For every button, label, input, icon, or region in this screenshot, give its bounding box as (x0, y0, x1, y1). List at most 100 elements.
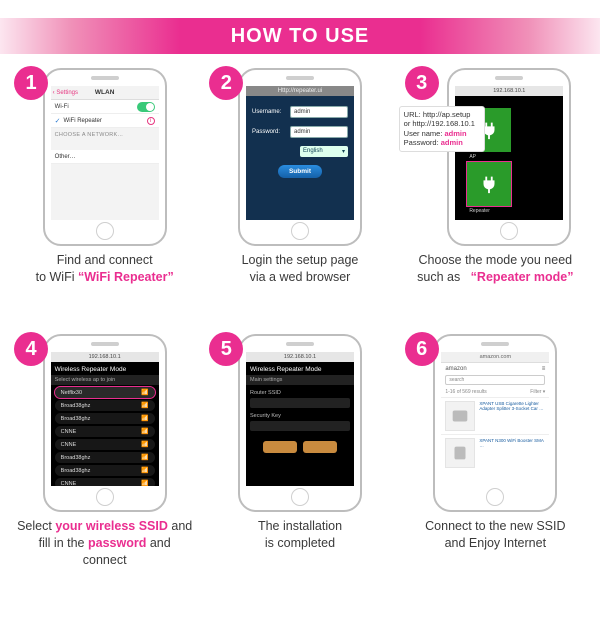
caption-3: Choose the mode you need such as “Repeat… (415, 252, 575, 286)
address-bar-2[interactable]: Http://repeater.ui (246, 86, 354, 96)
caption-1: Find and connect to WiFi “WiFi Repeater” (34, 252, 176, 286)
banner-title: HOW TO USE (231, 25, 370, 48)
phone-6: amazon.com amazon ≡ search 1-16 of 569 r… (433, 334, 557, 512)
menu-icon[interactable]: ≡ (542, 366, 546, 372)
product-image (445, 401, 475, 431)
password-input[interactable]: admin (290, 126, 348, 138)
ssid-item-selected[interactable]: Netflix30📶 (55, 387, 155, 398)
info-icon[interactable]: i (147, 117, 155, 125)
step-badge-4: 4 (14, 332, 48, 366)
repeater-mode-title-5: Wireless Repeater Mode (246, 362, 354, 375)
repeater-mode-tile[interactable] (467, 162, 511, 206)
phone-5: 192.168.10.1 Wireless Repeater Mode Main… (238, 334, 362, 512)
step-6: 6 amazon.com amazon ≡ search 1-16 of 569… (405, 332, 586, 592)
ssid-item[interactable]: Broad38ghz📶 (55, 413, 155, 424)
ssid-item[interactable]: CNNE📶 (55, 426, 155, 437)
wifi-toggle-row[interactable]: Wi-Fi (51, 100, 159, 114)
connected-network-row[interactable]: ✓ WiFi Repeater i (51, 114, 159, 128)
step-3: 3 192.168.10.1 AP Repeater URL: http://a… (405, 66, 586, 326)
search-input[interactable]: search (445, 375, 545, 385)
screen-2: Http://repeater.ui Username: admin Passw… (246, 86, 354, 220)
choose-network-header: Choose a network… (51, 128, 159, 140)
other-label: Other… (55, 154, 76, 160)
main-settings-header: Main settings (246, 375, 354, 385)
ssid-item[interactable]: Broad38ghz📶 (55, 400, 155, 411)
connected-ssid: WiFi Repeater (64, 118, 102, 124)
wifi-toggle[interactable] (137, 102, 155, 112)
check-icon: ✓ (55, 117, 61, 125)
phone-1: ‹ Settings WLAN Wi-Fi ✓ WiFi Repeater i … (43, 68, 167, 246)
submit-button[interactable]: Submit (278, 165, 322, 178)
phone-4: 192.168.10.1 Wireless Repeater Mode Sele… (43, 334, 167, 512)
select-ap-header: Select wireless ap to join (51, 375, 159, 385)
caption-4: Select your wireless SSID and fill in th… (14, 518, 195, 569)
repeater-icon (449, 442, 471, 464)
step-badge-3: 3 (405, 66, 439, 100)
filter-button[interactable]: Filter ▾ (530, 389, 545, 395)
step-5: 5 192.168.10.1 Wireless Repeater Mode Ma… (209, 332, 390, 592)
address-bar-5[interactable]: 192.168.10.1 (246, 352, 354, 362)
language-select[interactable]: English▾ (300, 146, 348, 157)
phone-2: Http://repeater.ui Username: admin Passw… (238, 68, 362, 246)
repeater-mode-title: Wireless Repeater Mode (51, 362, 159, 375)
wifi-icon: 📶 (141, 454, 148, 461)
router-ssid-input[interactable] (250, 398, 350, 408)
plug-icon (478, 173, 500, 195)
ap-label: AP (469, 154, 476, 160)
screen-5: 192.168.10.1 Wireless Repeater Mode Main… (246, 352, 354, 486)
product-row[interactable]: XPANT N300 WiFi Booster SMA … (441, 434, 549, 471)
ssid-item[interactable]: CNNE📶 (55, 439, 155, 450)
caption-6: Connect to the new SSID and Enjoy Intern… (423, 518, 567, 552)
wifi-icon: 📶 (141, 415, 148, 422)
step-1: 1 ‹ Settings WLAN Wi-Fi ✓ WiFi Repeater … (14, 66, 195, 326)
wifi-label: Wi-Fi (55, 104, 69, 110)
apply-button[interactable] (263, 441, 297, 453)
wifi-icon: 📶 (141, 389, 148, 396)
back-link[interactable]: ‹ Settings (53, 90, 78, 96)
caption-5: The installation is completed (256, 518, 344, 552)
wifi-icon: 📶 (141, 480, 148, 486)
product-row[interactable]: XPANT USB Cigarette Lighter Adapter Spli… (441, 397, 549, 434)
screen-1: ‹ Settings WLAN Wi-Fi ✓ WiFi Repeater i … (51, 86, 159, 220)
results-bar: 1-16 of 569 results Filter ▾ (441, 387, 549, 397)
wifi-icon: 📶 (141, 467, 148, 474)
wifi-icon: 📶 (141, 428, 148, 435)
wifi-icon: 📶 (141, 402, 148, 409)
wlan-navbar: ‹ Settings WLAN (51, 86, 159, 100)
address-bar-6[interactable]: amazon.com (441, 352, 549, 363)
ssid-item[interactable]: Broad38ghz📶 (55, 465, 155, 476)
credentials-callout: URL: http://ap.setup or http://192.168.1… (399, 106, 485, 152)
wifi-icon: 📶 (141, 441, 148, 448)
adapter-icon (449, 405, 471, 427)
banner: HOW TO USE (0, 18, 600, 54)
other-network-row[interactable]: Other… (51, 150, 159, 164)
site-header: amazon ≡ (441, 363, 549, 373)
address-bar-3[interactable]: 192.168.10.1 (455, 86, 563, 96)
step-badge-6: 6 (405, 332, 439, 366)
caption-2: Login the setup page via a wed browser (240, 252, 361, 286)
router-ssid-label: Router SSID (250, 390, 350, 396)
address-bar-4[interactable]: 192.168.10.1 (51, 352, 159, 362)
ssid-item[interactable]: Broad38ghz📶 (55, 452, 155, 463)
ssid-item[interactable]: CNNE📶 (55, 478, 155, 486)
product-title: XPANT USB Cigarette Lighter Adapter Spli… (479, 401, 545, 431)
amazon-logo[interactable]: amazon (445, 366, 466, 372)
screen-4: 192.168.10.1 Wireless Repeater Mode Sele… (51, 352, 159, 486)
product-image (445, 438, 475, 468)
results-count: 1-16 of 569 results (445, 389, 486, 395)
password-label: Password: (252, 129, 286, 135)
username-input[interactable]: admin (290, 106, 348, 118)
security-key-label: Security Key (250, 413, 350, 419)
screen-6: amazon.com amazon ≡ search 1-16 of 569 r… (441, 352, 549, 486)
cancel-button[interactable] (303, 441, 337, 453)
step-4: 4 192.168.10.1 Wireless Repeater Mode Se… (14, 332, 195, 592)
security-key-input[interactable] (250, 421, 350, 431)
product-title: XPANT N300 WiFi Booster SMA … (479, 438, 545, 468)
repeater-label: Repeater (469, 208, 490, 214)
phone-3: 192.168.10.1 AP Repeater (447, 68, 571, 246)
steps-grid: 1 ‹ Settings WLAN Wi-Fi ✓ WiFi Repeater … (0, 66, 600, 600)
step-badge-1: 1 (14, 66, 48, 100)
wlan-title: WLAN (95, 89, 115, 96)
username-label: Username: (252, 109, 286, 115)
login-form: Username: admin Password: admin English▾… (246, 96, 354, 188)
